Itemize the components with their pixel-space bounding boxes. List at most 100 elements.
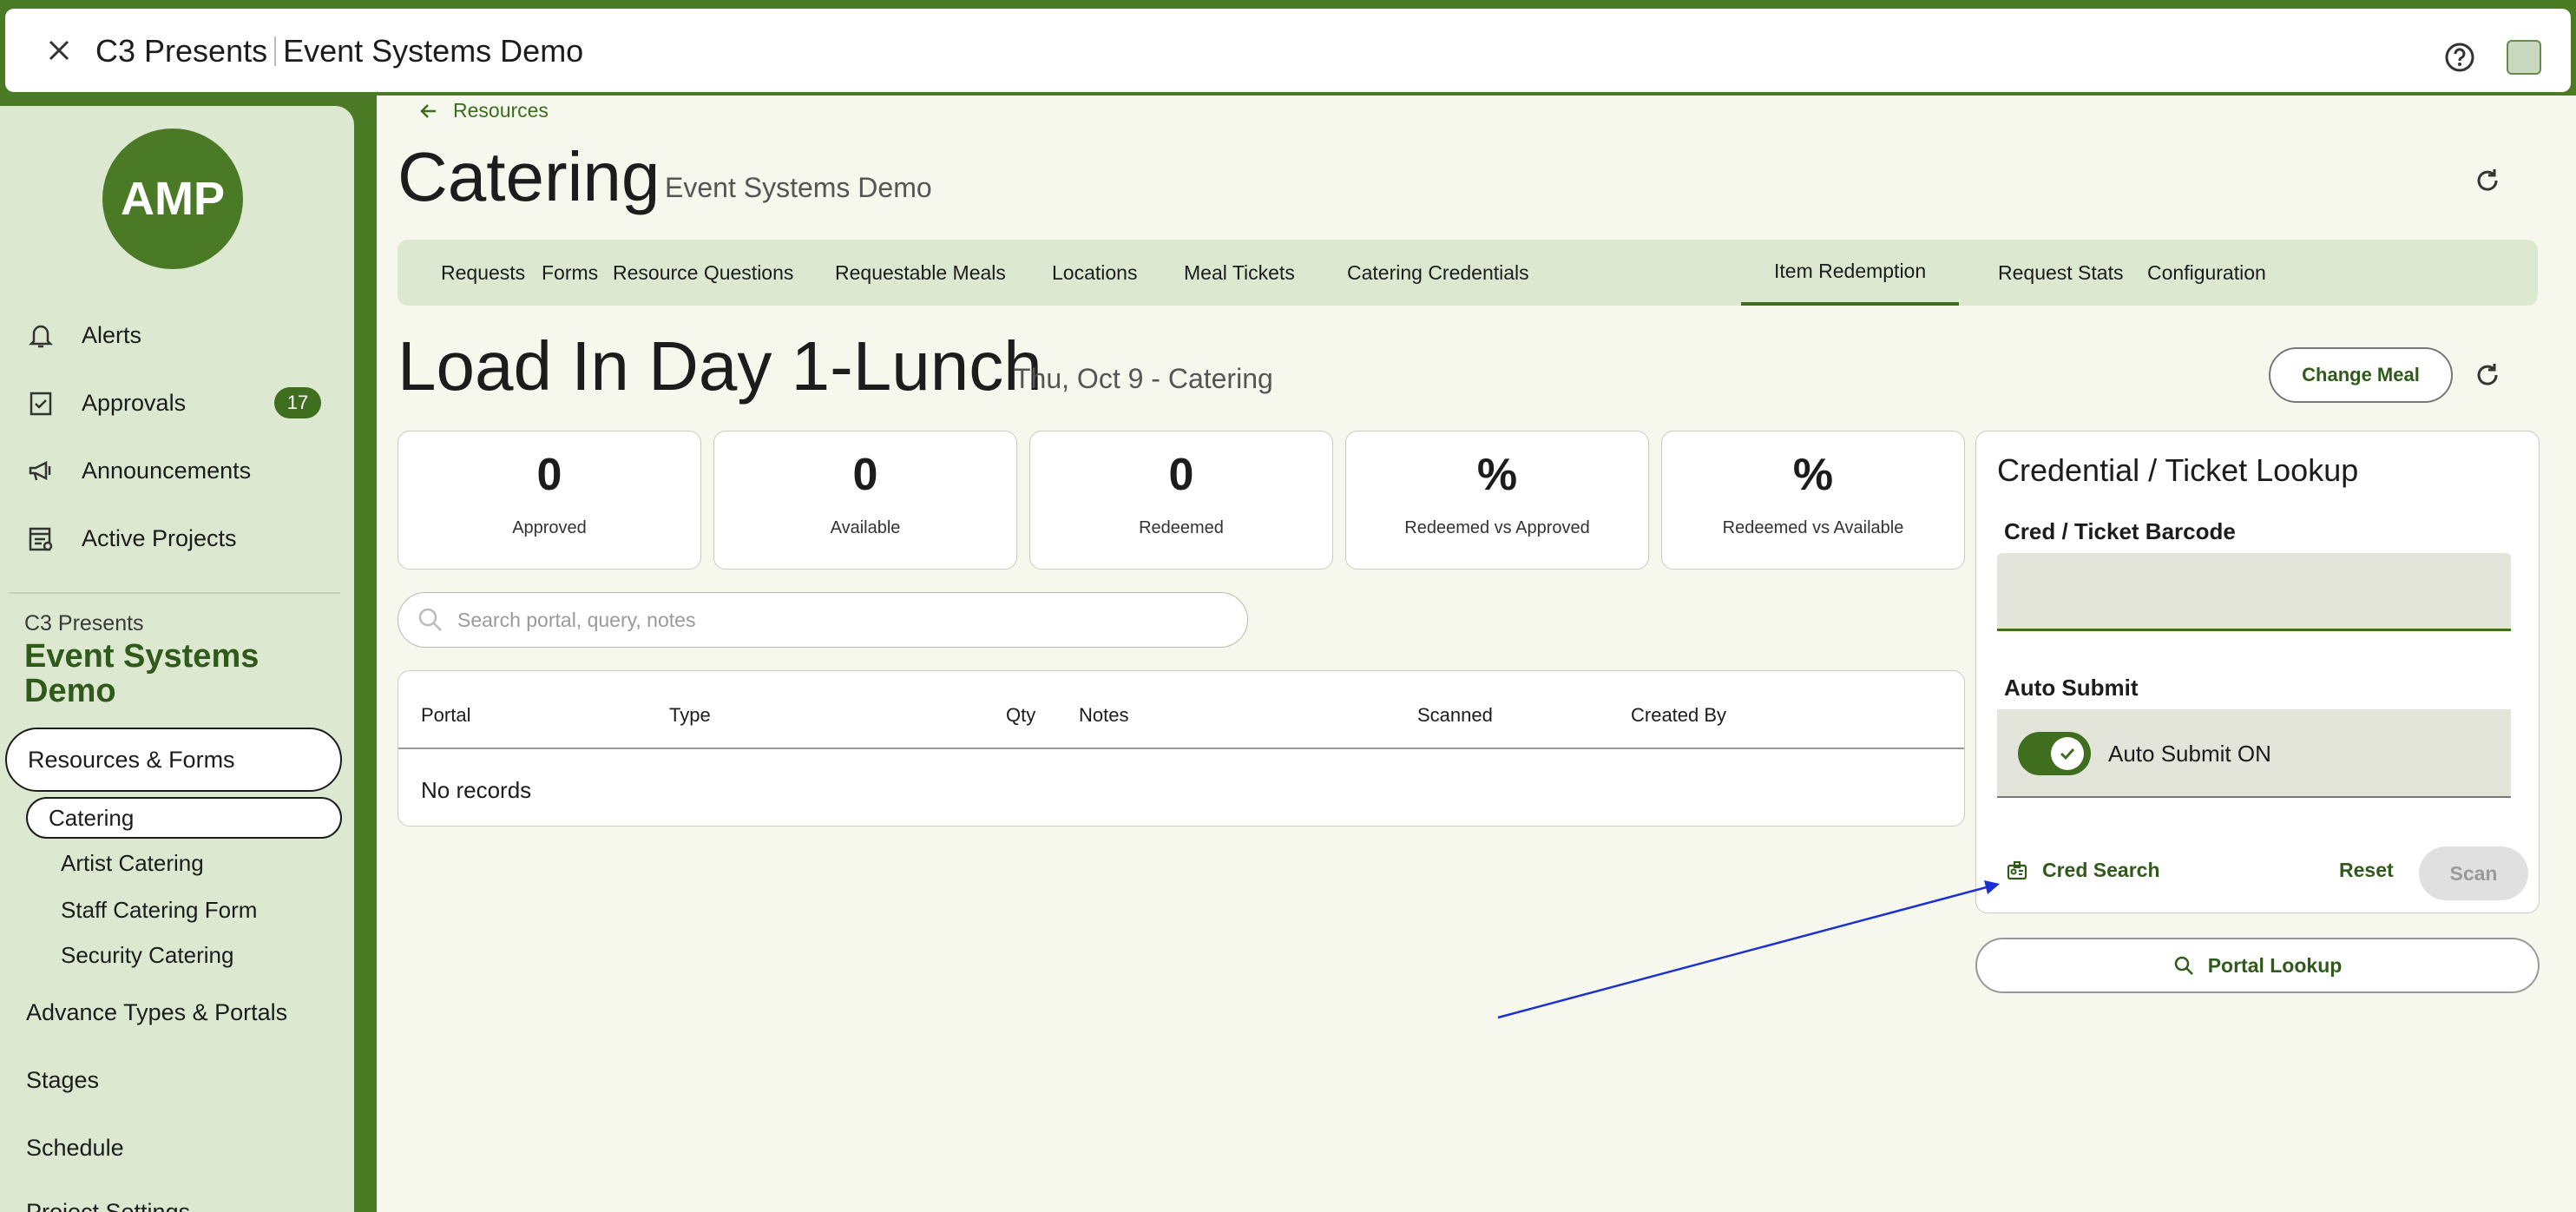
stat-value: 0: [852, 450, 878, 500]
column-header-scanned[interactable]: Scanned: [1417, 704, 1493, 727]
sidebar-item-stages[interactable]: Stages: [26, 1059, 99, 1101]
sidebar-item-project-settings[interactable]: Project Settings: [26, 1191, 190, 1212]
portal-lookup-label: Portal Lookup: [2207, 953, 2343, 977]
title-separator: [274, 36, 277, 66]
search-icon: [2174, 956, 2193, 975]
project-title: Event Systems Demo: [283, 33, 584, 69]
sidebar-item-security-catering[interactable]: Security Catering: [61, 936, 233, 974]
sidebar-item-advance-types[interactable]: Advance Types & Portals: [26, 991, 287, 1033]
empty-state: No records: [421, 777, 532, 803]
approvals-count-badge: 17: [274, 387, 321, 418]
tab-request-stats[interactable]: Request Stats: [1979, 240, 2142, 306]
search-bar[interactable]: [398, 592, 1248, 648]
sidebar-item-active-projects[interactable]: Active Projects: [26, 514, 237, 563]
cred-search-label: Cred Search: [2042, 859, 2160, 881]
main-content: Resources Catering Event Systems Demo Re…: [377, 96, 2576, 1212]
tab-bar: Requests Forms Resource Questions Reques…: [398, 240, 2538, 306]
help-icon: [2445, 43, 2474, 72]
tab-resource-questions[interactable]: Resource Questions: [594, 240, 812, 306]
tab-item-redemption[interactable]: Item Redemption: [1741, 240, 1960, 306]
stat-value: 0: [1168, 450, 1194, 500]
arrow-left-icon: [420, 103, 436, 118]
tab-requestable-meals[interactable]: Requestable Meals: [816, 240, 1025, 306]
projects-icon: [29, 527, 53, 551]
sidebar-item-label: Active Projects: [82, 524, 237, 551]
check-icon: [2060, 748, 2075, 761]
sidebar-project-name: Event Systems Demo: [24, 638, 260, 709]
approval-icon: [30, 392, 52, 416]
back-link[interactable]: Resources: [418, 99, 549, 122]
stat-label: Approved: [512, 518, 587, 537]
bell-icon: [28, 325, 54, 348]
sidebar-org-name: C3 Presents: [24, 611, 144, 636]
stat-value: 0: [536, 450, 562, 500]
lookup-title: Credential / Ticket Lookup: [1997, 452, 2359, 488]
cred-search-button[interactable]: Cred Search: [2006, 859, 2160, 882]
search-input[interactable]: [457, 608, 1204, 632]
close-button[interactable]: [38, 35, 80, 66]
logo-text: AMP: [121, 173, 225, 225]
back-link-label: Resources: [453, 99, 549, 122]
app-title: C3 Presents Event Systems Demo: [95, 33, 583, 69]
stat-card-approved: 0 Approved: [398, 431, 701, 570]
table-header-divider: [398, 748, 1964, 749]
megaphone-icon: [29, 460, 51, 481]
barcode-input[interactable]: [1997, 553, 2511, 629]
sidebar: AMP Alerts Approvals 17 Announcements Ac…: [0, 106, 354, 1212]
portal-lookup-button[interactable]: Portal Lookup: [1975, 938, 2540, 993]
barcode-label: Cred / Ticket Barcode: [2004, 518, 2236, 544]
stat-label: Redeemed vs Available: [1722, 518, 1904, 537]
meal-title: Load In Day 1-Lunch: [398, 327, 1042, 405]
page-title: Catering: [398, 138, 660, 215]
column-header-type[interactable]: Type: [669, 704, 711, 727]
stat-card-redeemed-vs-available: % Redeemed vs Available: [1661, 431, 1965, 570]
sidebar-item-label: Announcements: [82, 457, 252, 484]
auto-submit-box: Auto Submit ON: [1997, 709, 2511, 798]
column-header-portal[interactable]: Portal: [421, 704, 470, 727]
credential-lookup-card: Credential / Ticket Lookup Cred / Ticket…: [1975, 431, 2540, 913]
search-icon: [418, 608, 442, 631]
tab-meal-tickets[interactable]: Meal Tickets: [1165, 240, 1314, 306]
column-header-created-by[interactable]: Created By: [1631, 704, 1726, 727]
stat-value: %: [1476, 450, 1518, 500]
amp-logo: AMP: [102, 128, 243, 269]
stat-card-redeemed-vs-approved: % Redeemed vs Approved: [1345, 431, 1649, 570]
stat-label: Redeemed: [1139, 518, 1224, 537]
refresh-icon: [2477, 169, 2498, 191]
meal-subtitle: Thu, Oct 9 - Catering: [1014, 363, 1273, 394]
sidebar-item-alerts[interactable]: Alerts: [26, 311, 141, 359]
scan-button[interactable]: Scan: [2419, 846, 2528, 900]
sidebar-item-approvals[interactable]: Approvals: [26, 379, 186, 427]
sidebar-item-catering[interactable]: Catering: [26, 797, 342, 839]
sidebar-item-artist-catering[interactable]: Artist Catering: [61, 844, 204, 882]
column-header-qty[interactable]: Qty: [1006, 704, 1035, 727]
close-icon: [49, 40, 69, 61]
sidebar-item-resources-forms[interactable]: Resources & Forms: [5, 728, 342, 792]
auto-submit-label: Auto Submit: [2004, 675, 2139, 701]
sidebar-item-label: Approvals: [82, 389, 187, 416]
avatar[interactable]: [2507, 40, 2541, 75]
badge-icon: [2007, 860, 2027, 879]
sidebar-item-announcements[interactable]: Announcements: [26, 446, 251, 495]
column-header-notes[interactable]: Notes: [1079, 704, 1128, 727]
refresh-meal-button[interactable]: [2472, 359, 2503, 391]
stat-label: Redeemed vs Approved: [1404, 518, 1590, 537]
change-meal-button[interactable]: Change Meal: [2269, 347, 2453, 403]
stat-card-available: 0 Available: [713, 431, 1017, 570]
refresh-button[interactable]: [2472, 165, 2503, 196]
top-bar: C3 Presents Event Systems Demo: [5, 9, 2571, 92]
barcode-field[interactable]: [1997, 553, 2511, 631]
records-table: Portal Type Qty Notes Scanned Created By…: [398, 670, 1965, 827]
auto-submit-toggle[interactable]: [2018, 732, 2091, 775]
help-button[interactable]: [2444, 42, 2475, 73]
tab-configuration[interactable]: Configuration: [2128, 240, 2285, 306]
toggle-knob: [2051, 737, 2084, 770]
tab-locations[interactable]: Locations: [1033, 240, 1156, 306]
sidebar-item-staff-catering-form[interactable]: Staff Catering Form: [61, 891, 257, 929]
sidebar-item-schedule[interactable]: Schedule: [26, 1127, 124, 1169]
org-title: C3 Presents: [95, 33, 268, 69]
sidebar-divider: [9, 592, 340, 594]
sidebar-item-label: Alerts: [82, 321, 142, 348]
tab-catering-credentials[interactable]: Catering Credentials: [1328, 240, 1548, 306]
reset-button[interactable]: Reset: [2339, 859, 2394, 882]
